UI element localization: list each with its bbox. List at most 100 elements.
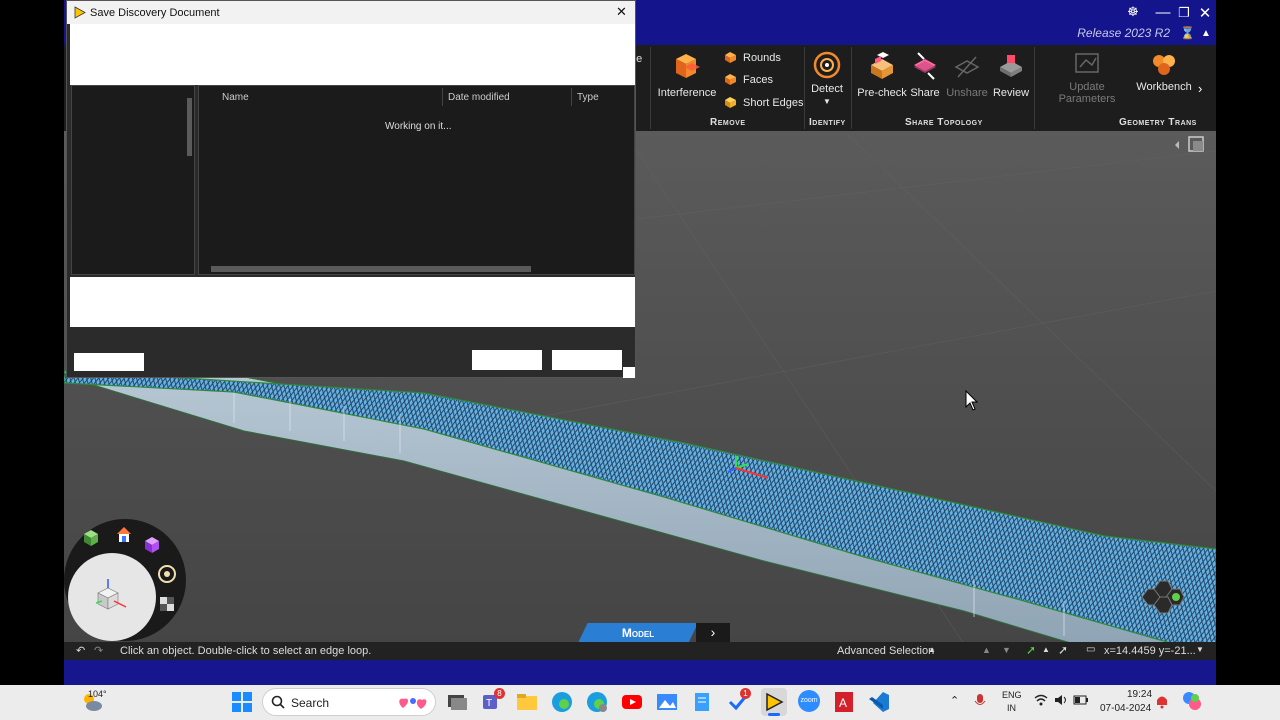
bug-icon[interactable]: ☸ <box>1122 4 1144 20</box>
discovery-taskbar-active[interactable] <box>761 688 787 716</box>
selection-mode[interactable]: Advanced Selection <box>837 645 934 657</box>
column-date-modified[interactable]: Date modified <box>448 92 510 103</box>
navigation-scrollbar[interactable] <box>187 98 192 156</box>
notification-bell-icon[interactable] <box>1155 693 1169 709</box>
close-button[interactable]: ✕ <box>1194 4 1216 22</box>
edge-icon[interactable] <box>551 691 573 713</box>
minimize-button[interactable]: — <box>1152 4 1174 21</box>
start-icon[interactable] <box>231 691 253 713</box>
view-tool-icon[interactable] <box>1171 135 1211 155</box>
cancel-button[interactable] <box>552 350 622 370</box>
ribbon-separator <box>851 47 852 129</box>
clock-date[interactable]: 07-04-2024 <box>1100 703 1151 714</box>
pointer-icon[interactable]: ➚ <box>1058 643 1068 657</box>
precheck-button[interactable]: Pre-check <box>856 51 908 99</box>
column-type[interactable]: Type <box>577 92 599 103</box>
model-tab[interactable]: Model <box>578 623 698 643</box>
share-label: Share <box>910 87 940 99</box>
vscode-icon[interactable] <box>868 691 890 713</box>
orient-view-icon[interactable] <box>143 536 161 554</box>
edge-profile-icon[interactable] <box>586 691 608 713</box>
volume-icon[interactable] <box>1054 694 1068 706</box>
precheck-label: Pre-check <box>857 87 907 99</box>
zoom-icon[interactable]: zoom <box>798 690 820 712</box>
update-parameters-button[interactable]: Update Parameters <box>1040 51 1134 105</box>
rounds-button[interactable]: Rounds <box>724 51 781 64</box>
update-parameters-label: Update Parameters <box>1058 81 1116 105</box>
taskbar-search[interactable]: Search <box>262 688 436 716</box>
redo-icon[interactable]: ↷ <box>94 644 103 657</box>
short-edges-button[interactable]: Short Edges <box>724 96 804 109</box>
file-list-pane[interactable]: Name Date modified Type Working on it... <box>198 85 635 275</box>
review-icon <box>1000 55 1022 77</box>
coords-dropdown-icon[interactable]: ▼ <box>1196 645 1204 654</box>
restore-button[interactable]: ❐ <box>1173 5 1195 21</box>
active-indicator <box>768 713 780 716</box>
view-cube-icon[interactable] <box>90 577 130 617</box>
photos-icon[interactable] <box>656 691 678 713</box>
spin-view-icon[interactable] <box>157 564 177 584</box>
column-divider[interactable] <box>571 88 572 106</box>
todo-badge: 1 <box>740 688 751 699</box>
discovery-app-icon <box>766 692 784 712</box>
interference-label: Interference <box>657 87 717 99</box>
dialog-address-area <box>70 24 635 85</box>
dialog-titlebar: Save Discovery Document ✕ <box>67 1 635 24</box>
file-explorer-icon[interactable] <box>516 691 538 713</box>
microphone-icon[interactable] <box>974 693 986 709</box>
task-view-icon[interactable] <box>446 691 468 713</box>
save-button[interactable] <box>472 350 542 370</box>
horizontal-scrollbar[interactable] <box>211 266 531 272</box>
identify-group-label: Identify <box>809 117 846 128</box>
column-divider[interactable] <box>442 88 443 106</box>
home-view-icon[interactable] <box>115 525 133 543</box>
detect-icon <box>813 51 841 79</box>
faces-icon <box>725 74 736 85</box>
battery-icon[interactable] <box>1073 695 1089 705</box>
column-name[interactable]: Name <box>222 92 249 103</box>
dialog-close-button[interactable]: ✕ <box>616 4 627 20</box>
mode-next-button[interactable]: › <box>696 623 730 643</box>
resize-grip[interactable] <box>623 367 635 378</box>
language-top[interactable]: ENG <box>1002 690 1022 700</box>
clock-time[interactable]: 19:24 <box>1127 689 1152 700</box>
pin-icon[interactable]: ⌛ <box>1180 26 1195 40</box>
ribbon-more-icon[interactable]: › <box>1198 81 1202 96</box>
navigation-wheel[interactable] <box>64 519 186 641</box>
acrobat-icon[interactable]: A <box>833 691 855 713</box>
selection-filter-icon[interactable] <box>1132 577 1184 617</box>
unshare-label: Unshare <box>946 87 988 99</box>
checker-view-icon[interactable] <box>160 597 174 611</box>
tray-overflow-icon[interactable]: ⌃ <box>950 694 959 707</box>
unshare-button[interactable]: Unshare <box>944 51 990 99</box>
copilot-icon[interactable] <box>1181 690 1203 712</box>
nav-down-icon[interactable]: ▼ <box>1002 645 1011 655</box>
youtube-icon[interactable] <box>621 691 643 713</box>
dialog-filename-area[interactable] <box>70 277 635 327</box>
language-bottom[interactable]: IN <box>1007 703 1016 713</box>
detect-button[interactable]: Detect ▼ <box>808 51 846 106</box>
wifi-icon[interactable] <box>1034 694 1048 706</box>
navigation-pane[interactable] <box>71 85 195 275</box>
loading-text: Working on it... <box>385 121 452 132</box>
nav-up-icon[interactable]: ▲ <box>982 645 991 655</box>
selection-mode-dropdown-icon[interactable]: ▲ <box>928 645 936 654</box>
review-button[interactable]: Review <box>991 51 1031 99</box>
detect-dropdown-icon[interactable]: ▼ <box>808 97 846 106</box>
undo-icon[interactable]: ↶ <box>76 644 85 657</box>
isometric-view-icon[interactable] <box>82 529 100 547</box>
workbench-button[interactable]: Workbench <box>1136 51 1192 93</box>
notepad-icon[interactable] <box>691 691 713 713</box>
browse-folders-button[interactable] <box>74 353 144 371</box>
save-dialog: Save Discovery Document ✕ Name Date modi… <box>66 0 636 378</box>
share-button[interactable]: Share <box>907 51 943 99</box>
faces-button[interactable]: Faces <box>724 73 773 86</box>
dialog-title: Save Discovery Document <box>90 7 220 19</box>
update-parameters-icon <box>1075 53 1099 73</box>
screen-icon[interactable]: ▭ <box>1086 644 1095 655</box>
collapse-ribbon-icon[interactable]: ▲ <box>1201 28 1211 39</box>
screen: ☸ — ❐ ✕ Release 2023 R2 ⌛ ▲ ne Interfere… <box>0 0 1280 720</box>
select-tool-dropdown-icon[interactable]: ▲ <box>1042 645 1050 654</box>
interference-button[interactable]: Interference <box>657 51 717 99</box>
select-tool-icon[interactable]: ➚ <box>1026 643 1036 657</box>
